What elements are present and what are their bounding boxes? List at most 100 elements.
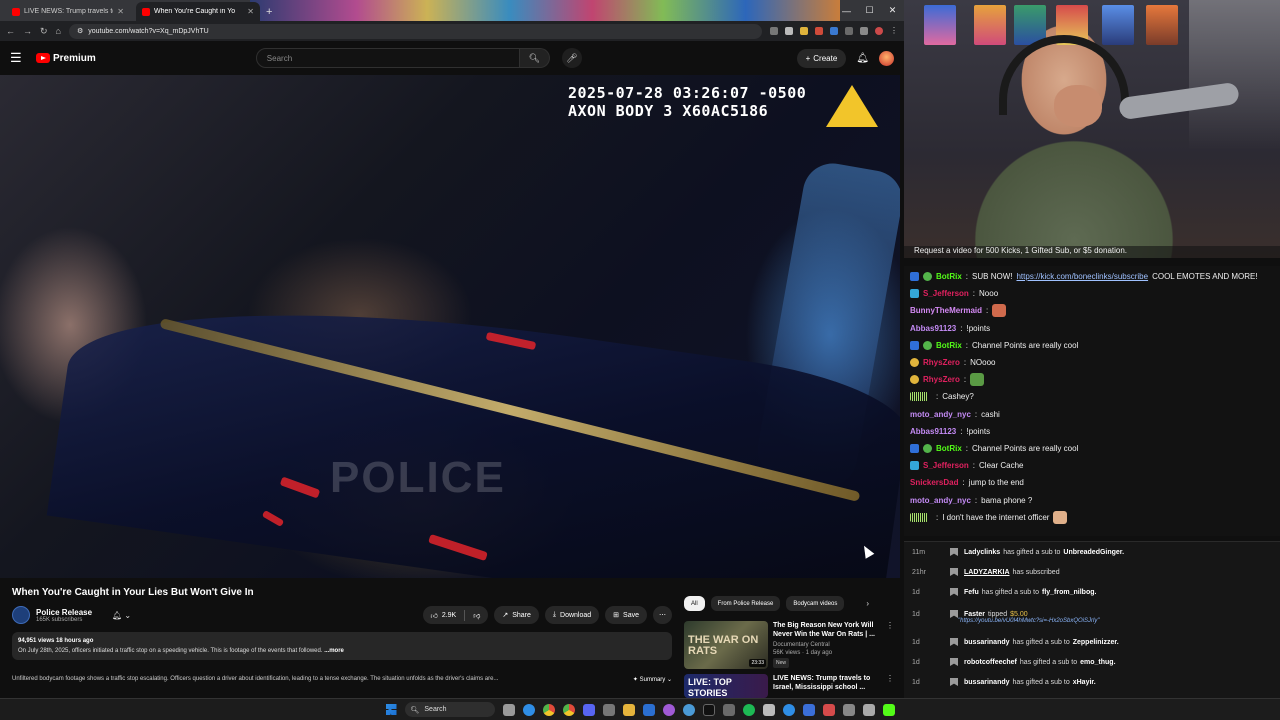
chat-username[interactable]: Abbas91123: [910, 324, 956, 333]
chrome-icon[interactable]: [562, 703, 575, 716]
app-icon[interactable]: [702, 703, 715, 716]
tab-current-video[interactable]: When You're Caught in Yo ✕: [136, 2, 260, 21]
windows-start-icon[interactable]: [385, 704, 397, 715]
edge-icon[interactable]: [522, 703, 535, 716]
notifications-bell-icon[interactable]: 🔔︎: [856, 53, 869, 64]
extension-icon[interactable]: [830, 27, 838, 35]
channel-name[interactable]: Police Release: [36, 608, 92, 617]
reload-icon[interactable]: ↻: [40, 26, 48, 37]
search-button[interactable]: 🔍︎: [519, 48, 550, 68]
app-icon[interactable]: [662, 703, 675, 716]
chip-all[interactable]: All: [684, 596, 705, 611]
chat-username[interactable]: SnickersDad: [910, 478, 958, 487]
chat-username[interactable]: RhysZero: [923, 358, 960, 367]
site-info-icon[interactable]: ⚙: [77, 27, 83, 35]
thumbs-up-icon[interactable]: 👍︎: [431, 611, 438, 620]
show-more-link[interactable]: ...more: [324, 648, 344, 654]
tip-message-link[interactable]: "https://youtu.be/vU0I4hMwtc?si=-Hx2oSbx…: [958, 618, 1099, 624]
maximize-button[interactable]: ☐: [858, 5, 881, 16]
event-username[interactable]: bussarinandy: [964, 639, 1010, 646]
app-icon[interactable]: [762, 703, 775, 716]
event-username[interactable]: robotcoffeechef: [964, 659, 1017, 666]
folder-icon[interactable]: [622, 703, 635, 716]
chat-username[interactable]: S_Jefferson: [923, 461, 969, 470]
kebab-menu-icon[interactable]: ⋮: [886, 674, 894, 698]
task-view-icon[interactable]: [502, 703, 515, 716]
save-button[interactable]: ⊞ Save: [605, 606, 647, 624]
create-button[interactable]: + Create: [796, 48, 847, 68]
kebab-menu-icon[interactable]: ⋮: [886, 621, 894, 669]
event-username[interactable]: bussarinandy: [964, 679, 1010, 686]
app-icon[interactable]: [842, 703, 855, 716]
video-thumbnail[interactable]: THE WAR ON RATS 23:33: [684, 621, 768, 669]
related-channel[interactable]: Documentary Central: [773, 641, 881, 649]
app-icon[interactable]: [882, 703, 895, 716]
voice-search-button[interactable]: 🎤︎: [561, 48, 582, 68]
chat-username[interactable]: RhysZero: [923, 375, 960, 384]
browser-menu-icon[interactable]: ⋮: [890, 27, 898, 35]
related-video-title[interactable]: LIVE NEWS: Trump travels to Israel, Miss…: [773, 674, 881, 692]
chevron-right-icon[interactable]: ›: [866, 599, 869, 608]
app-icon[interactable]: [682, 703, 695, 716]
app-icon[interactable]: [582, 703, 595, 716]
url-field[interactable]: ⚙ youtube.com/watch?v=Xq_mDpJVhTU: [68, 23, 762, 39]
chat-username[interactable]: Abbas91123: [910, 427, 956, 436]
new-tab-button[interactable]: +: [260, 6, 278, 21]
chip-bodycam-videos[interactable]: Bodycam videos: [786, 596, 845, 611]
like-dislike-button[interactable]: 👍︎ 2.9K 👎︎: [422, 606, 489, 624]
spotify-icon[interactable]: [742, 703, 755, 716]
event-target-user[interactable]: fly_from_nilbog.: [1042, 589, 1096, 596]
event-username[interactable]: LADYZARKIA: [964, 569, 1010, 576]
chat-username[interactable]: S_Jefferson: [923, 289, 969, 298]
extension-icon[interactable]: [800, 27, 808, 35]
thumbs-down-icon[interactable]: 👎︎: [473, 611, 480, 620]
event-target-user[interactable]: Zeppelinizzer.: [1073, 639, 1119, 646]
app-icon[interactable]: [602, 703, 615, 716]
chat-username[interactable]: BotRix: [936, 272, 962, 281]
chat-username[interactable]: BunnyTheMermaid: [910, 306, 982, 315]
profile-icon[interactable]: [875, 27, 883, 35]
event-target-user[interactable]: xHayir.: [1073, 679, 1096, 686]
bookmark-star-icon[interactable]: [785, 27, 793, 35]
extension-icon[interactable]: [845, 27, 853, 35]
app-icon[interactable]: [642, 703, 655, 716]
share-button[interactable]: ↗ Share: [494, 606, 539, 624]
subscription-bell-icon[interactable]: 🔔︎ ⌄: [112, 611, 131, 620]
account-avatar[interactable]: [879, 50, 894, 66]
event-target-user[interactable]: emo_thug.: [1080, 659, 1115, 666]
event-username[interactable]: Faster: [964, 611, 985, 618]
chrome-icon[interactable]: [542, 703, 555, 716]
forward-icon[interactable]: →: [23, 26, 32, 36]
extension-icon[interactable]: [815, 27, 823, 35]
extension-icon[interactable]: [860, 27, 868, 35]
chat-username[interactable]: moto_andy_nyc: [910, 496, 971, 505]
more-actions-button[interactable]: ⋯: [653, 606, 672, 624]
youtube-logo[interactable]: Premium: [36, 53, 96, 64]
channel-avatar[interactable]: [12, 606, 30, 624]
video-thumbnail[interactable]: LIVE: TOP STORIES: [684, 674, 768, 698]
tab-live-news[interactable]: LIVE NEWS: Trump travels to Isr ✕: [6, 2, 130, 21]
related-video[interactable]: THE WAR ON RATS 23:33 The Big Reason New…: [684, 621, 894, 669]
app-icon[interactable]: [822, 703, 835, 716]
app-icon[interactable]: [782, 703, 795, 716]
minimize-button[interactable]: —: [835, 6, 858, 16]
event-target-user[interactable]: UnbreadedGinger.: [1063, 549, 1124, 556]
close-tab-icon[interactable]: ✕: [247, 7, 254, 16]
close-window-button[interactable]: ✕: [881, 5, 904, 16]
related-video[interactable]: LIVE: TOP STORIES LIVE NEWS: Trump trave…: [684, 674, 894, 698]
close-tab-icon[interactable]: ✕: [117, 7, 124, 16]
chat-username[interactable]: moto_andy_nyc: [910, 410, 971, 419]
app-icon[interactable]: [722, 703, 735, 716]
home-icon[interactable]: ⌂: [56, 26, 61, 36]
back-icon[interactable]: ←: [6, 26, 15, 36]
extension-icon[interactable]: [770, 27, 778, 35]
chip-from-police-release[interactable]: From Police Release: [710, 596, 781, 611]
search-input[interactable]: Search: [255, 48, 520, 68]
chat-username[interactable]: BotRix: [936, 341, 962, 350]
download-button[interactable]: ⤓ Download: [544, 606, 600, 624]
app-icon[interactable]: [862, 703, 875, 716]
app-icon[interactable]: [802, 703, 815, 716]
event-username[interactable]: Ladyclinks: [964, 549, 1000, 556]
summary-button[interactable]: ✦ Summary ⌄: [633, 676, 672, 683]
menu-icon[interactable]: ☰: [10, 50, 26, 66]
